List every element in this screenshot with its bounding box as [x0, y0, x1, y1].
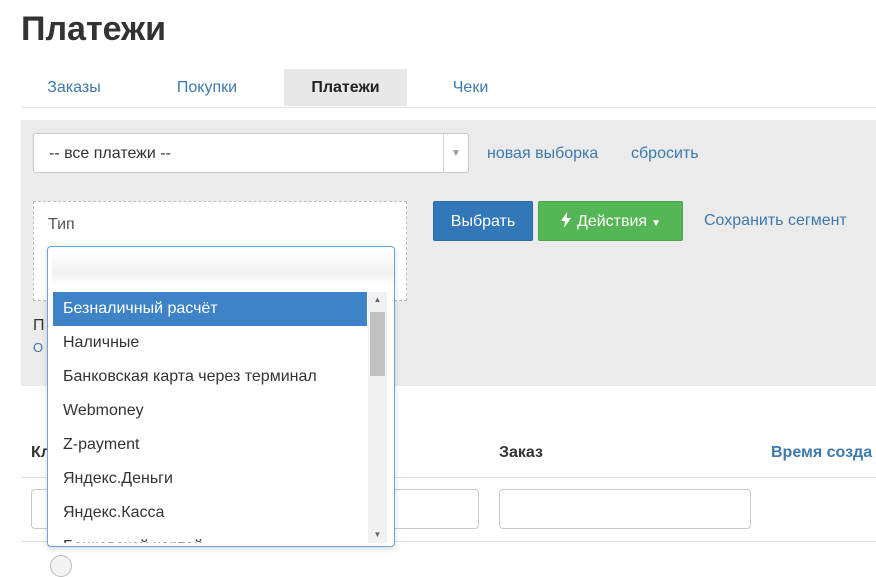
- tab-receipts[interactable]: Чеки: [433, 69, 508, 106]
- save-segment-link[interactable]: Сохранить сегмент: [704, 212, 847, 230]
- type-option[interactable]: Webmoney: [53, 394, 367, 428]
- tabs-bar: Заказы Покупки Платежи Чеки: [21, 69, 876, 108]
- order-filter-input[interactable]: [499, 489, 751, 529]
- type-option[interactable]: Яндекс.Касса: [53, 496, 367, 530]
- partial-label: П: [33, 317, 45, 334]
- lightning-icon: [560, 212, 571, 228]
- select-button[interactable]: Выбрать: [433, 201, 533, 241]
- type-option[interactable]: Z-payment: [53, 428, 367, 462]
- column-header-created[interactable]: Время созда: [771, 444, 872, 462]
- type-option[interactable]: Банковская карта через терминал: [53, 360, 367, 394]
- page-title: Платежи: [21, 10, 167, 48]
- tab-payments[interactable]: Платежи: [284, 69, 407, 106]
- type-option[interactable]: Безналичный расчёт: [53, 292, 367, 326]
- reset-link[interactable]: сбросить: [631, 145, 699, 163]
- segment-select-value: -- все платежи --: [49, 145, 171, 162]
- select-button-label: Выбрать: [450, 213, 516, 230]
- tab-purchases[interactable]: Покупки: [155, 69, 259, 106]
- scrollbar-thumb[interactable]: [370, 312, 385, 376]
- dropdown-scrollbar[interactable]: ▲ ▼: [368, 292, 387, 543]
- partial-link[interactable]: О: [33, 340, 43, 355]
- type-option[interactable]: Наличные: [53, 326, 367, 360]
- row-checkbox[interactable]: [50, 555, 72, 577]
- actions-button[interactable]: Действия ▼: [538, 201, 683, 241]
- actions-button-label: Действия: [576, 213, 648, 230]
- new-selection-link[interactable]: новая выборка: [487, 145, 598, 163]
- type-option[interactable]: Яндекс.Деньги: [53, 462, 367, 496]
- column-header-order[interactable]: Заказ: [499, 444, 543, 462]
- segment-select[interactable]: -- все платежи -- ▼: [33, 133, 469, 173]
- caret-down-icon: ▼: [651, 218, 661, 229]
- select-arrow-icon: ▼: [443, 134, 468, 172]
- scroll-down-icon[interactable]: ▼: [368, 527, 387, 543]
- type-option[interactable]: Банковской картой: [53, 530, 367, 543]
- type-dropdown[interactable]: Безналичный расчёт Наличные Банковская к…: [47, 246, 395, 547]
- type-search-input[interactable]: [52, 251, 394, 287]
- type-options-list: Безналичный расчёт Наличные Банковская к…: [53, 292, 367, 543]
- tab-orders[interactable]: Заказы: [21, 69, 127, 106]
- type-label: Тип: [48, 216, 75, 233]
- scroll-up-icon[interactable]: ▲: [368, 292, 387, 308]
